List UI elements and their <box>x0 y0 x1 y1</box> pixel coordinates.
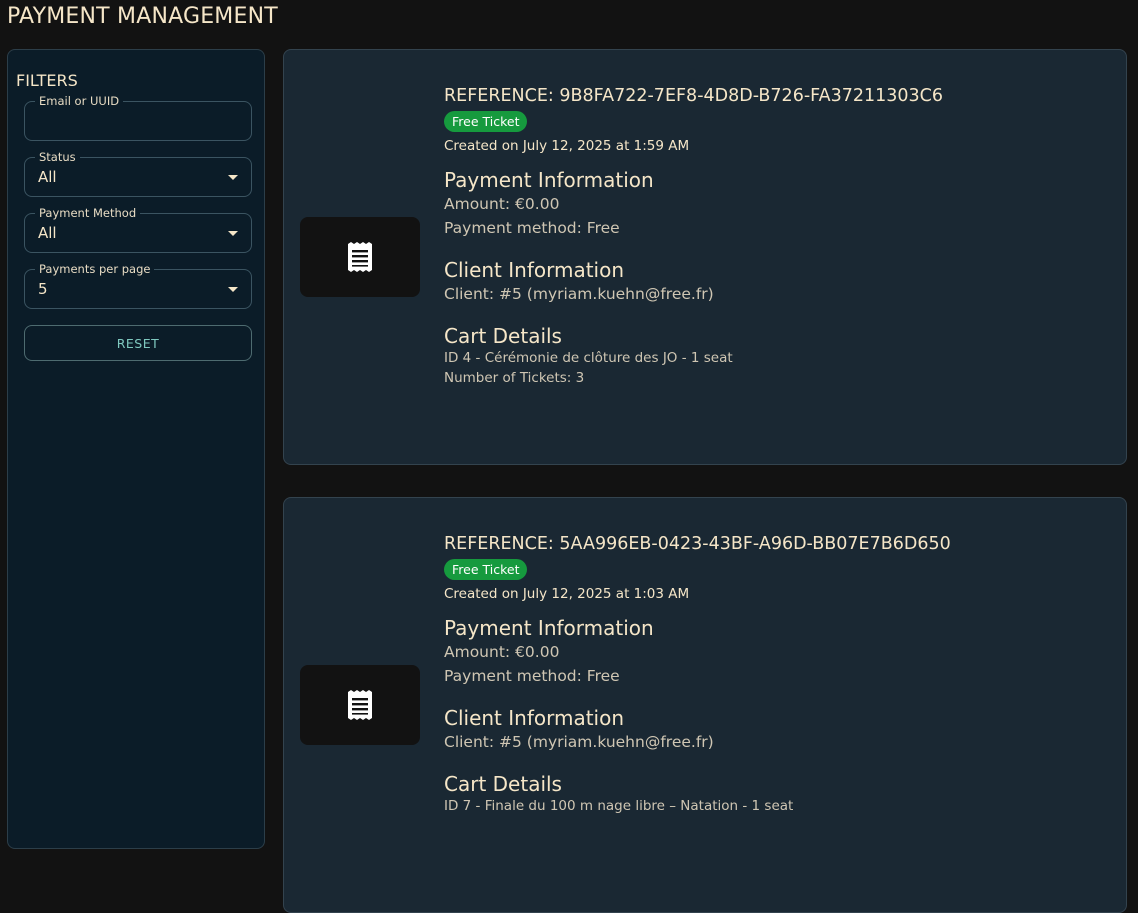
payment-method: Payment method: Free <box>444 219 620 237</box>
payment-method-select[interactable]: Payment Method All <box>24 206 252 253</box>
page-title: PAYMENT MANAGEMENT <box>7 4 278 29</box>
payment-thumbnail <box>300 217 420 297</box>
status-label: Status <box>35 150 80 164</box>
status-value: All <box>38 168 57 186</box>
payments-per-page-label: Payments per page <box>35 262 155 276</box>
client-line: Client: #5 (myriam.kuehn@free.fr) <box>444 733 714 751</box>
cart-item: ID 4 - Cérémonie de clôture des JO - 1 s… <box>444 350 733 366</box>
client-line: Client: #5 (myriam.kuehn@free.fr) <box>444 285 714 303</box>
payment-method-value: All <box>38 224 57 242</box>
filters-title: FILTERS <box>16 71 78 90</box>
client-info-title: Client Information <box>444 706 625 730</box>
chevron-down-icon <box>228 175 238 180</box>
payment-details: REFERENCE: 9B8FA722-7EF8-4D8D-B726-FA372… <box>444 86 943 388</box>
cart-details-title: Cart Details <box>444 772 562 796</box>
payment-thumbnail <box>300 665 420 745</box>
payment-card: REFERENCE: 9B8FA722-7EF8-4D8D-B726-FA372… <box>283 49 1127 465</box>
client-info-title: Client Information <box>444 258 625 282</box>
payment-method-label: Payment Method <box>35 206 141 220</box>
payment-amount: Amount: €0.00 <box>444 195 560 213</box>
status-badge: Free Ticket <box>444 559 528 580</box>
payment-reference: REFERENCE: 5AA996EB-0423-43BF-A96D-BB07E… <box>444 534 951 554</box>
payment-card: REFERENCE: 5AA996EB-0423-43BF-A96D-BB07E… <box>283 497 1127 913</box>
email-uuid-input[interactable]: Email or UUID <box>24 94 252 141</box>
payments-per-page-select[interactable]: Payments per page 5 <box>24 262 252 309</box>
cart-details-title: Cart Details <box>444 324 562 348</box>
created-date: Created on July 12, 2025 at 1:59 AM <box>444 138 690 154</box>
ticket-count: Number of Tickets: 3 <box>444 370 585 386</box>
payment-info-title: Payment Information <box>444 168 654 192</box>
cart-item: ID 7 - Finale du 100 m nage libre – Nata… <box>444 798 794 814</box>
payment-method: Payment method: Free <box>444 667 620 685</box>
email-uuid-label: Email or UUID <box>35 94 124 108</box>
chevron-down-icon <box>228 231 238 236</box>
filters-sidebar: FILTERS Email or UUID Status All Payment… <box>7 49 265 849</box>
reset-button[interactable]: RESET <box>24 325 252 361</box>
status-select[interactable]: Status All <box>24 150 252 197</box>
payment-reference: REFERENCE: 9B8FA722-7EF8-4D8D-B726-FA372… <box>444 86 943 106</box>
payment-info-title: Payment Information <box>444 616 654 640</box>
payment-amount: Amount: €0.00 <box>444 643 560 661</box>
payment-details: REFERENCE: 5AA996EB-0423-43BF-A96D-BB07E… <box>444 534 951 816</box>
status-badge: Free Ticket <box>444 111 528 132</box>
receipt-icon <box>348 690 372 720</box>
created-date: Created on July 12, 2025 at 1:03 AM <box>444 586 690 602</box>
receipt-icon <box>348 242 372 272</box>
chevron-down-icon <box>228 287 238 292</box>
payments-per-page-value: 5 <box>38 280 48 298</box>
